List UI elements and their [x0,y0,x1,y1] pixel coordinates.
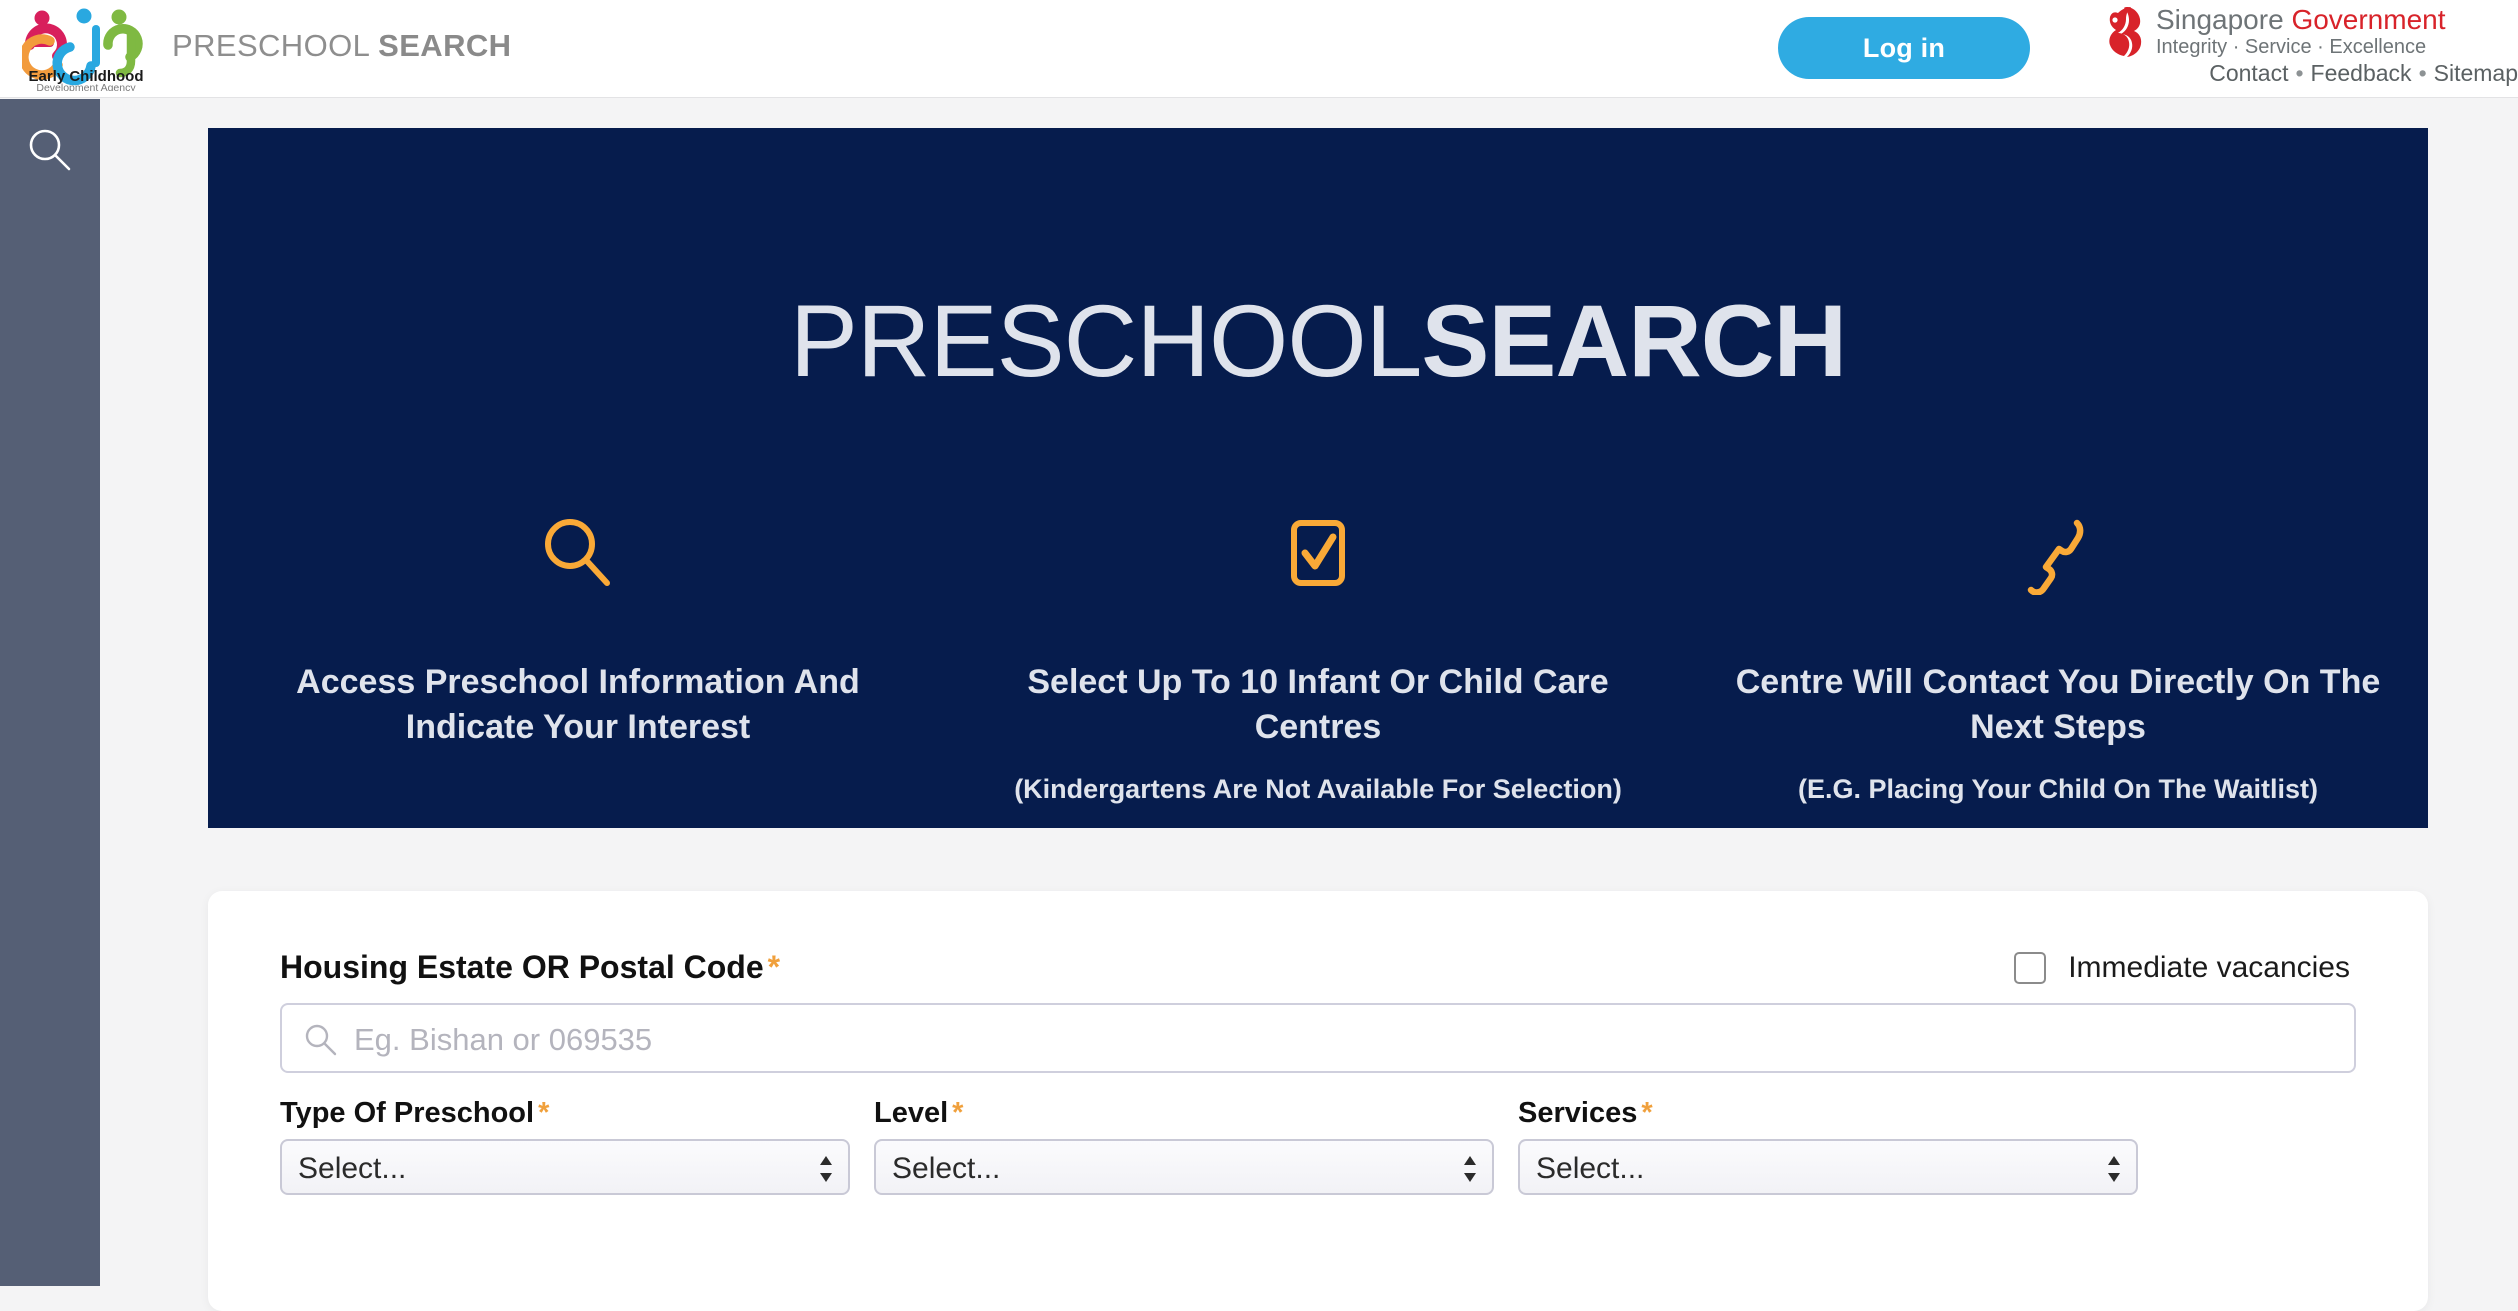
site-title-bold: SEARCH [378,28,511,63]
feedback-link[interactable]: Feedback [2311,60,2412,86]
feature-access-information: Access Preschool Information And Indicat… [208,508,948,808]
services-label: Services* [1518,1097,2138,1130]
immediate-vacancies-group[interactable]: Immediate vacancies [2014,951,2356,985]
site-title-light: PRESCHOOL [172,28,369,63]
checkbox-check-icon [1283,515,1353,593]
type-of-preschool-select[interactable]: Select... [280,1139,850,1195]
level-label: Level* [874,1097,1494,1130]
crest-gov-word: Government [2291,4,2445,35]
feature-title: Access Preschool Information And Indicat… [244,660,912,750]
immediate-vacancies-checkbox[interactable] [2014,952,2046,984]
required-asterisk: * [948,1097,963,1129]
crest-links: Contact•Feedback•Sitemap [2209,60,2518,87]
feature-subtitle: (E.G. Placing Your Child On The Waitlist… [1724,772,2392,807]
search-icon[interactable] [26,126,74,174]
hero-title-bold: SEARCH [1421,284,1846,398]
feature-icon-wrap [244,508,912,600]
postal-row-header: Housing Estate OR Postal Code* Immediate… [280,949,2356,986]
level-field: Level* Select... [874,1097,1494,1195]
main-content: PRESCHOOLSEARCH Access Preschool Informa… [100,99,2518,1286]
select-stepper-icon [2106,1153,2122,1185]
hero-title-light: PRESCHOOL [790,284,1422,398]
link-separator-1: • [2288,60,2310,86]
site-title: PRESCHOOL SEARCH [172,28,511,64]
services-select[interactable]: Select... [1518,1139,2138,1195]
top-header: Early Childhood Development Agency PRESC… [0,0,2518,98]
phone-icon [2020,513,2096,595]
svg-text:Development Agency: Development Agency [36,82,136,91]
select-value: Select... [298,1141,406,1197]
select-stepper-icon [1462,1153,1478,1185]
services-field: Services* Select... [1518,1097,2138,1195]
filter-selects-row: Type Of Preschool* Select... Level* Sele… [280,1097,2356,1195]
left-sidebar [0,99,100,1286]
search-card: Housing Estate OR Postal Code* Immediate… [208,891,2428,1311]
search-icon [304,1023,338,1057]
required-asterisk: * [534,1097,549,1129]
hero-banner: PRESCHOOLSEARCH Access Preschool Informa… [208,128,2428,828]
feature-centre-contact: Centre Will Contact You Directly On The … [1688,508,2428,808]
link-separator-2: • [2412,60,2434,86]
postal-code-label: Housing Estate OR Postal Code* [280,949,780,986]
select-value: Select... [1536,1141,1644,1197]
hero-title: PRESCHOOLSEARCH [208,283,2428,400]
feature-select-centres: Select Up To 10 Infant Or Child Care Cen… [948,508,1688,808]
lion-head-icon [2098,3,2150,59]
select-value: Select... [892,1141,1000,1197]
level-select[interactable]: Select... [874,1139,1494,1195]
feature-icon-wrap [1724,508,2392,600]
immediate-vacancies-label: Immediate vacancies [2068,951,2350,985]
sitemap-link[interactable]: Sitemap [2434,60,2518,86]
contact-link[interactable]: Contact [2209,60,2288,86]
crest-tagline: Integrity · Service · Excellence [2156,35,2446,60]
crest-title: Singapore Government [2156,5,2446,34]
postal-search-placeholder: Eg. Bishan or 069535 [354,1005,652,1075]
feature-title: Centre Will Contact You Directly On The … [1724,660,2392,750]
select-stepper-icon [818,1153,834,1185]
ecda-logo-icon: Early Childhood Development Agency [22,3,150,91]
feature-icon-wrap [984,508,1652,600]
feature-title: Select Up To 10 Infant Or Child Care Cen… [984,660,1652,750]
type-of-preschool-field: Type Of Preschool* Select... [280,1097,850,1195]
brand-logo[interactable]: Early Childhood Development Agency [22,3,150,91]
feature-subtitle: (Kindergartens Are Not Available For Sel… [984,772,1652,807]
magnifier-icon [537,513,619,595]
hero-features: Access Preschool Information And Indicat… [208,508,2428,808]
type-of-preschool-label: Type Of Preschool* [280,1097,850,1130]
required-asterisk: * [764,949,780,985]
postal-search-field[interactable]: Eg. Bishan or 069535 [280,1003,2356,1073]
singapore-government-crest: Singapore Government Integrity · Service… [2098,0,2518,98]
login-button[interactable]: Log in [1778,17,2030,79]
required-asterisk: * [1637,1097,1652,1129]
